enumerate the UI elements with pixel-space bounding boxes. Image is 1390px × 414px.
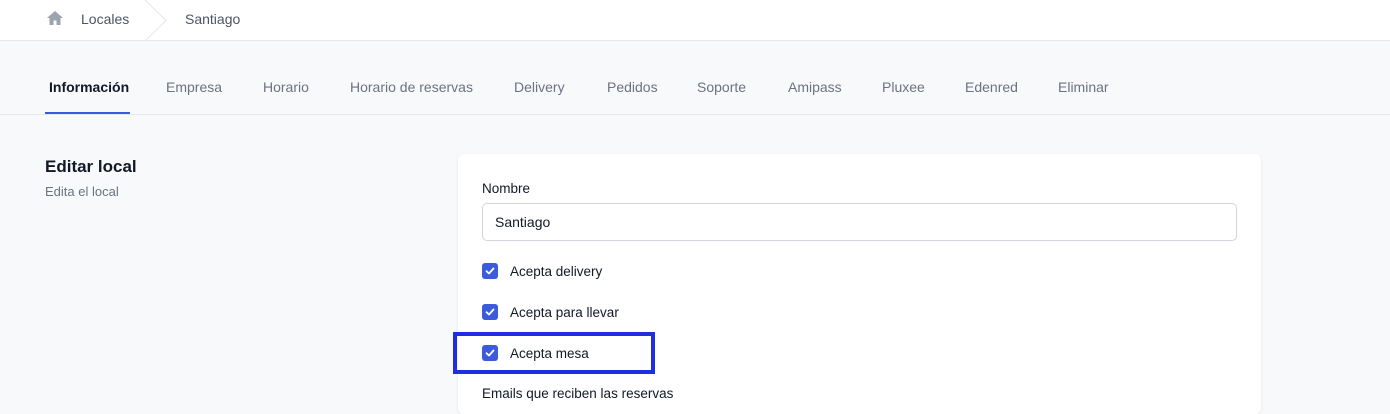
breadcrumb-separator <box>144 0 168 42</box>
emails-label: Emails que reciben las reservas <box>482 386 674 401</box>
tab-eliminar[interactable]: Eliminar <box>1058 79 1109 95</box>
checkbox-checked-icon[interactable] <box>482 263 498 279</box>
form-card <box>458 154 1261 414</box>
checkbox-acepta-delivery[interactable]: Acepta delivery <box>482 262 602 280</box>
name-input[interactable] <box>482 203 1237 241</box>
active-tab-indicator <box>45 112 130 114</box>
section-title: Editar local <box>45 157 137 176</box>
tab-empresa[interactable]: Empresa <box>166 79 222 95</box>
tab-pedidos[interactable]: Pedidos <box>607 79 658 95</box>
section-subtitle: Edita el local <box>45 184 119 199</box>
tab-delivery[interactable]: Delivery <box>514 79 565 95</box>
checkbox-label: Acepta delivery <box>510 263 603 279</box>
breadcrumb-locales[interactable]: Locales <box>81 11 129 27</box>
tab-bar: Información Empresa Horario Horario de r… <box>0 41 1390 115</box>
tab-edenred[interactable]: Edenred <box>965 79 1018 95</box>
breadcrumb-santiago: Santiago <box>185 11 241 27</box>
checkbox-label: Acepta para llevar <box>510 304 619 320</box>
checkbox-acepta-para-llevar[interactable]: Acepta para llevar <box>482 303 619 321</box>
tab-pluxee[interactable]: Pluxee <box>882 79 925 95</box>
name-label: Nombre <box>482 181 531 196</box>
tab-amipass[interactable]: Amipass <box>788 79 842 95</box>
tab-horario[interactable]: Horario <box>263 79 309 95</box>
highlight-box <box>453 332 655 374</box>
home-icon[interactable] <box>46 10 64 26</box>
tab-horario-de-reservas[interactable]: Horario de reservas <box>350 79 473 95</box>
checkbox-checked-icon[interactable] <box>482 304 498 320</box>
tab-soporte[interactable]: Soporte <box>697 79 746 95</box>
tab-informacion[interactable]: Información <box>49 79 129 95</box>
top-bar: Locales Santiago <box>0 0 1390 42</box>
